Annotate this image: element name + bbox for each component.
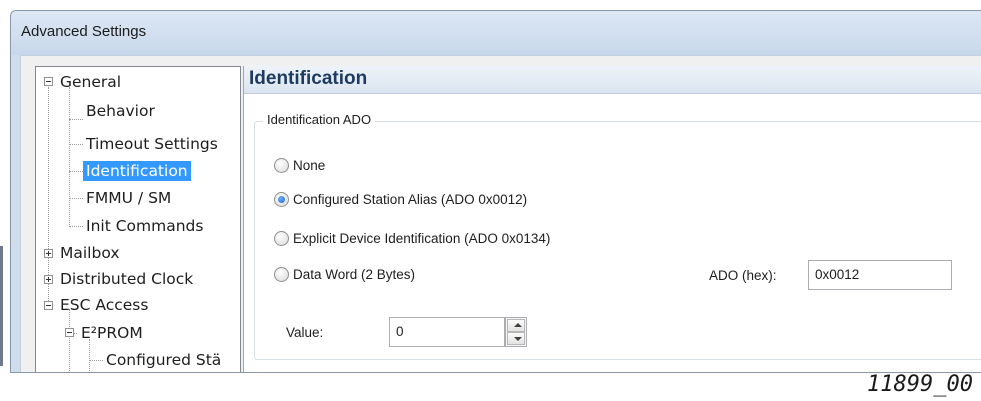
tree-line-configured — [89, 360, 103, 361]
spin-down-icon[interactable] — [507, 332, 525, 345]
collapse-icon[interactable] — [44, 301, 53, 310]
radio-button-icon[interactable] — [274, 158, 289, 173]
radio-button-icon[interactable] — [274, 231, 289, 246]
group-label: Identification ADO — [263, 111, 376, 129]
tree-item-eeprom[interactable]: E²PROM — [78, 323, 146, 343]
tree-item-init-commands[interactable]: Init Commands — [83, 216, 206, 236]
tree-item-behavior[interactable]: Behavior — [83, 101, 158, 121]
tree-line-general — [69, 87, 70, 227]
collapse-icon[interactable] — [65, 328, 74, 337]
ado-hex-field[interactable]: 0x0012 — [808, 260, 952, 290]
panel-title: Identification — [249, 68, 368, 89]
tree-line-timeout — [69, 144, 83, 145]
value-label: Value: — [286, 325, 324, 340]
panel-header: Identification — [244, 66, 981, 94]
tree-item-identification[interactable]: Identification — [83, 161, 191, 181]
tree-line-behavior — [69, 119, 83, 120]
value-field[interactable]: 0 — [389, 317, 505, 347]
radio-none-label: None — [293, 158, 326, 173]
tree-line-eeprom-children — [89, 339, 90, 372]
tree-line-esc — [69, 309, 70, 372]
radio-explicit-device-identification-label: Explicit Device Identification (ADO 0x01… — [293, 231, 551, 246]
identification-panel: Identification Identification ADO None C… — [243, 66, 981, 372]
window-title: Advanced Settings — [21, 23, 147, 40]
tree-item-general[interactable]: General — [57, 72, 124, 92]
tree-line-fmmu — [69, 198, 83, 199]
window-edge-strip — [0, 246, 3, 366]
tree-item-distributed-clock[interactable]: Distributed Clock — [57, 269, 196, 289]
settings-tree[interactable]: General Behavior Timeout Settings Identi… — [35, 66, 241, 372]
radio-button-icon[interactable] — [274, 267, 289, 282]
expand-icon[interactable] — [44, 275, 53, 284]
collapse-icon[interactable] — [44, 77, 53, 86]
tree-item-timeout-settings[interactable]: Timeout Settings — [83, 134, 221, 154]
window-client-area: General Behavior Timeout Settings Identi… — [20, 55, 981, 372]
radio-button-checked-icon[interactable] — [274, 192, 289, 207]
advanced-settings-window: Advanced Settings General Behavior Timeo… — [10, 10, 981, 373]
tree-item-configured-station[interactable]: Configured Stä — [103, 350, 224, 370]
tree-line-init — [69, 226, 83, 227]
radio-data-word-label: Data Word (2 Bytes) — [293, 267, 416, 282]
spin-up-icon[interactable] — [507, 319, 525, 332]
tree-item-fmmu-sm[interactable]: FMMU / SM — [83, 188, 174, 208]
tree-item-esc-access[interactable]: ESC Access — [57, 295, 151, 315]
tree-line-identification — [69, 171, 83, 172]
tree-item-mailbox[interactable]: Mailbox — [57, 243, 123, 263]
expand-icon[interactable] — [44, 249, 53, 258]
radio-configured-station-alias-label: Configured Station Alias (ADO 0x0012) — [293, 192, 528, 207]
ado-hex-label: ADO (hex): — [709, 268, 777, 283]
figure-id: 11899_00 — [867, 372, 973, 397]
title-bar[interactable]: Advanced Settings — [11, 11, 981, 55]
value-spinner[interactable] — [505, 317, 527, 347]
